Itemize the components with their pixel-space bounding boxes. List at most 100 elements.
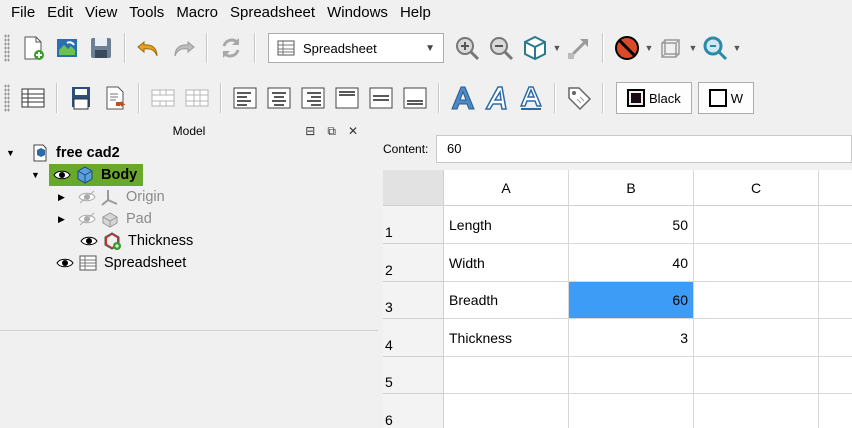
isometric-view-button[interactable] (518, 31, 552, 65)
refresh-button[interactable] (214, 31, 248, 65)
menu-file[interactable]: File (0, 0, 41, 26)
draw-style-button[interactable] (610, 31, 644, 65)
bounding-box-button[interactable] (654, 31, 688, 65)
align-bottom-button[interactable] (398, 81, 432, 115)
align-left-icon (233, 87, 257, 109)
cell-a4[interactable]: Thickness (444, 319, 569, 357)
cell-b2[interactable]: 40 (569, 244, 694, 282)
align-vcenter-button[interactable] (364, 81, 398, 115)
cell-d2[interactable] (819, 244, 852, 282)
cell-b5[interactable] (569, 357, 694, 394)
collapse-arrow-icon[interactable]: ▼ (31, 170, 41, 180)
menu-edit[interactable]: Edit (41, 0, 79, 26)
align-left-button[interactable] (228, 81, 262, 115)
cell-a1[interactable]: Length (444, 206, 569, 244)
cell-d3[interactable] (819, 282, 852, 319)
row-header[interactable]: 6 (383, 394, 444, 428)
toolbar-grip[interactable] (4, 84, 10, 112)
row-header[interactable]: 3 (383, 282, 444, 319)
cell-d6[interactable] (819, 394, 852, 428)
background-color-button[interactable]: W (697, 82, 755, 114)
underline-button[interactable] (514, 81, 548, 115)
toolbar-grip[interactable] (4, 34, 10, 62)
row-header[interactable]: 1 (383, 206, 444, 244)
cell-c2[interactable] (694, 244, 819, 282)
tree-item-spreadsheet[interactable]: Spreadsheet (56, 252, 186, 274)
menu-tools[interactable]: Tools (123, 0, 170, 26)
align-center-button[interactable] (262, 81, 296, 115)
tree-item-body[interactable]: ▼ Body (31, 164, 144, 186)
tree-item-document[interactable]: ▼ free cad2 (6, 142, 120, 164)
cell-b3-selected[interactable]: 60 (569, 282, 694, 319)
chevron-down-icon[interactable]: ▼ (732, 31, 742, 65)
fit-selection-button[interactable] (698, 31, 732, 65)
eye-visible-icon[interactable] (56, 256, 74, 270)
cell-c5[interactable] (694, 357, 819, 394)
content-input[interactable]: 60 (436, 135, 852, 163)
cell-a6[interactable] (444, 394, 569, 428)
bold-button[interactable] (446, 81, 480, 115)
merge-cells-button[interactable] (146, 81, 180, 115)
cell-d5[interactable] (819, 357, 852, 394)
measure-button[interactable] (562, 31, 596, 65)
cell-c4[interactable] (694, 319, 819, 357)
cell-b4[interactable]: 3 (569, 319, 694, 357)
align-top-button[interactable] (330, 81, 364, 115)
tree-item-origin[interactable]: ▶ Origin (58, 186, 165, 208)
eye-visible-icon[interactable] (53, 168, 71, 182)
cell-d1[interactable] (819, 206, 852, 244)
panel-restore-icon[interactable]: ⧉ (327, 120, 336, 142)
foreground-color-button[interactable]: Black (616, 82, 692, 114)
create-spreadsheet-button[interactable] (16, 81, 50, 115)
undo-button[interactable] (132, 31, 166, 65)
column-header-c[interactable]: C (694, 170, 819, 206)
collapse-arrow-icon[interactable]: ▼ (6, 148, 16, 158)
cell-b1[interactable]: 50 (569, 206, 694, 244)
menu-help[interactable]: Help (394, 0, 437, 26)
import-button[interactable] (64, 81, 98, 115)
zoom-in-button[interactable] (450, 31, 484, 65)
menu-windows[interactable]: Windows (321, 0, 394, 26)
cell-d4[interactable] (819, 319, 852, 357)
workbench-selector[interactable]: Spreadsheet ▼ (268, 33, 444, 63)
tree-item-pad[interactable]: ▶ Pad (58, 208, 152, 230)
chevron-down-icon[interactable]: ▼ (644, 31, 654, 65)
chevron-down-icon[interactable]: ▼ (552, 31, 562, 65)
menu-view[interactable]: View (79, 0, 123, 26)
open-button[interactable] (50, 31, 84, 65)
new-document-button[interactable] (16, 31, 50, 65)
zoom-out-button[interactable] (484, 31, 518, 65)
cell-c3[interactable] (694, 282, 819, 319)
tree-item-thickness[interactable]: Thickness (80, 230, 193, 252)
panel-close-icon[interactable]: ✕ (348, 120, 358, 142)
panel-float-icon[interactable]: ⊟ (305, 120, 315, 142)
row-header[interactable]: 2 (383, 244, 444, 282)
row-header[interactable]: 5 (383, 357, 444, 394)
eye-hidden-icon[interactable] (78, 190, 96, 204)
menu-macro[interactable]: Macro (170, 0, 224, 26)
cell-a2[interactable]: Width (444, 244, 569, 282)
select-all-corner[interactable] (383, 170, 444, 206)
expand-arrow-icon[interactable]: ▶ (58, 192, 68, 203)
save-button[interactable] (84, 31, 118, 65)
eye-hidden-icon[interactable] (78, 212, 96, 226)
expand-arrow-icon[interactable]: ▶ (58, 214, 68, 225)
chevron-down-icon[interactable]: ▼ (688, 31, 698, 65)
cell-b6[interactable] (569, 394, 694, 428)
cell-c6[interactable] (694, 394, 819, 428)
set-alias-button[interactable] (562, 81, 596, 115)
italic-button[interactable] (480, 81, 514, 115)
cell-a5[interactable] (444, 357, 569, 394)
column-header-a[interactable]: A (444, 170, 569, 206)
column-header-b[interactable]: B (569, 170, 694, 206)
menu-spreadsheet[interactable]: Spreadsheet (224, 0, 321, 26)
eye-visible-icon[interactable] (80, 234, 98, 248)
cell-a3[interactable]: Breadth (444, 282, 569, 319)
redo-button[interactable] (166, 31, 200, 65)
cell-c1[interactable] (694, 206, 819, 244)
export-button[interactable] (98, 81, 132, 115)
align-right-button[interactable] (296, 81, 330, 115)
row-header[interactable]: 4 (383, 319, 444, 357)
column-header-d[interactable] (819, 170, 852, 206)
split-cells-button[interactable] (180, 81, 214, 115)
